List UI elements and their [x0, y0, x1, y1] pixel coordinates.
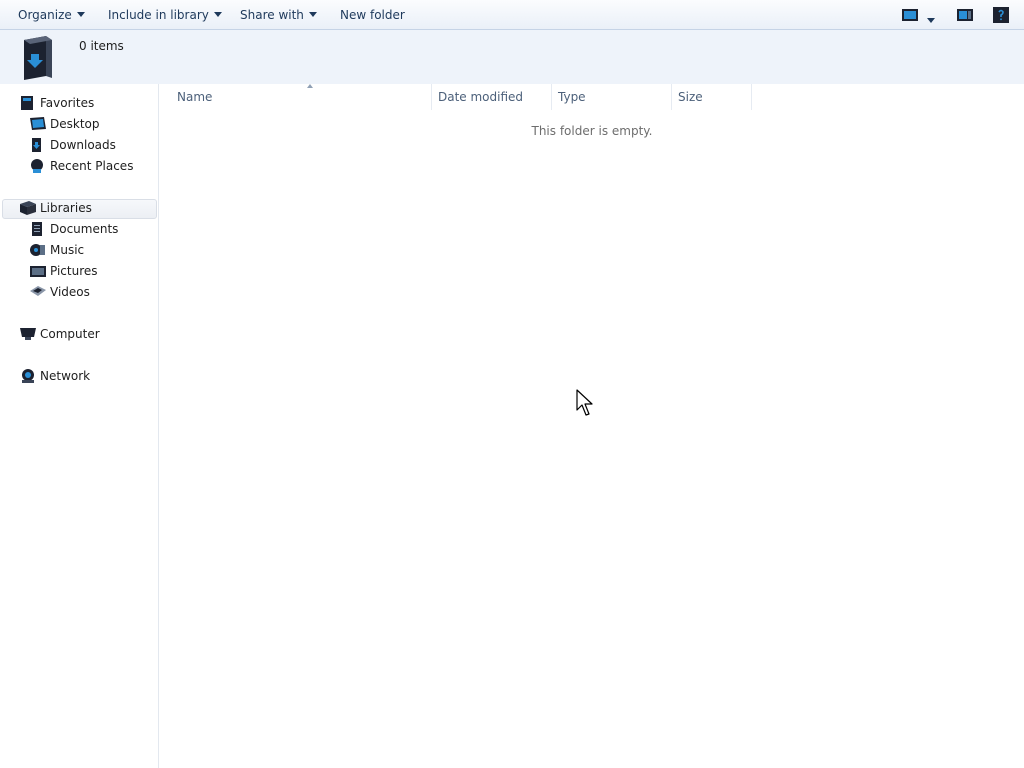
nav-item-downloads[interactable]: Downloads: [30, 135, 140, 155]
column-header-name[interactable]: Name: [171, 84, 432, 110]
nav-label: Documents: [50, 222, 119, 236]
nav-label: Libraries: [40, 201, 92, 215]
nav-label: Desktop: [50, 117, 100, 131]
navigation-pane: Favorites Desktop Downloads Recent Place…: [0, 84, 159, 768]
column-header-size[interactable]: Size: [672, 84, 752, 110]
nav-label: Network: [40, 369, 91, 383]
nav-item-favorites[interactable]: Favorites: [20, 93, 140, 113]
nav-label: Pictures: [50, 264, 98, 278]
download-icon: [30, 138, 44, 158]
pictures-icon: [30, 264, 46, 284]
nav-label: Music: [50, 243, 85, 257]
organize-button[interactable]: Organize: [18, 7, 85, 23]
chevron-down-icon: [213, 12, 222, 17]
chevron-down-icon: [76, 12, 85, 17]
mouse-pointer-icon: [576, 389, 596, 420]
share-with-label: Share with: [240, 8, 304, 22]
nav-label: Recent Places: [50, 159, 134, 173]
network-icon: [20, 369, 36, 389]
nav-label: Downloads: [50, 138, 116, 152]
column-header-label: Type: [558, 90, 586, 104]
new-folder-button[interactable]: New folder: [340, 7, 405, 23]
include-in-library-button[interactable]: Include in library: [108, 7, 222, 23]
column-header-label: Size: [678, 90, 703, 104]
sort-ascending-icon: [307, 84, 313, 88]
share-with-button[interactable]: Share with: [240, 7, 317, 23]
desktop-icon: [30, 117, 46, 137]
star-icon: [20, 96, 34, 116]
documents-icon: [30, 222, 44, 242]
nav-label: Computer: [40, 327, 100, 341]
column-header-date-modified[interactable]: Date modified: [432, 84, 552, 110]
new-folder-label: New folder: [340, 8, 405, 22]
videos-icon: [30, 285, 46, 305]
preview-pane-icon[interactable]: [957, 8, 973, 25]
more-options-icon[interactable]: [927, 12, 935, 26]
nav-item-computer[interactable]: Computer: [20, 324, 140, 344]
include-in-library-label: Include in library: [108, 8, 209, 22]
item-count: 0 items: [79, 39, 124, 53]
help-icon[interactable]: [993, 7, 1009, 26]
nav-item-desktop[interactable]: Desktop: [30, 114, 140, 134]
empty-folder-message: This folder is empty.: [531, 124, 653, 138]
command-bar: Organize Include in library Share with N…: [0, 0, 1024, 30]
column-header-type[interactable]: Type: [552, 84, 672, 110]
nav-item-pictures[interactable]: Pictures: [30, 261, 140, 281]
nav-item-recent-places[interactable]: Recent Places: [30, 156, 150, 176]
nav-item-videos[interactable]: Videos: [30, 282, 140, 302]
column-header-label: Date modified: [438, 90, 524, 104]
file-list[interactable]: Name Date modified Type Size This folder…: [160, 84, 1024, 768]
column-header-label: Name: [177, 90, 213, 104]
chevron-down-icon: [308, 12, 317, 17]
organize-label: Organize: [18, 8, 72, 22]
change-view-icon[interactable]: [902, 8, 918, 25]
nav-item-music[interactable]: Music: [30, 240, 140, 260]
nav-item-libraries[interactable]: Libraries: [20, 198, 140, 218]
nav-label: Videos: [50, 285, 90, 299]
music-icon: [30, 243, 46, 263]
recent-places-icon: [30, 159, 44, 179]
details-header: 0 items: [0, 30, 1024, 84]
nav-item-documents[interactable]: Documents: [30, 219, 140, 239]
libraries-icon: [20, 201, 36, 221]
nav-item-network[interactable]: Network: [20, 366, 140, 386]
computer-icon: [20, 327, 36, 347]
downloads-folder-icon: [18, 36, 56, 83]
nav-label: Favorites: [40, 96, 95, 110]
